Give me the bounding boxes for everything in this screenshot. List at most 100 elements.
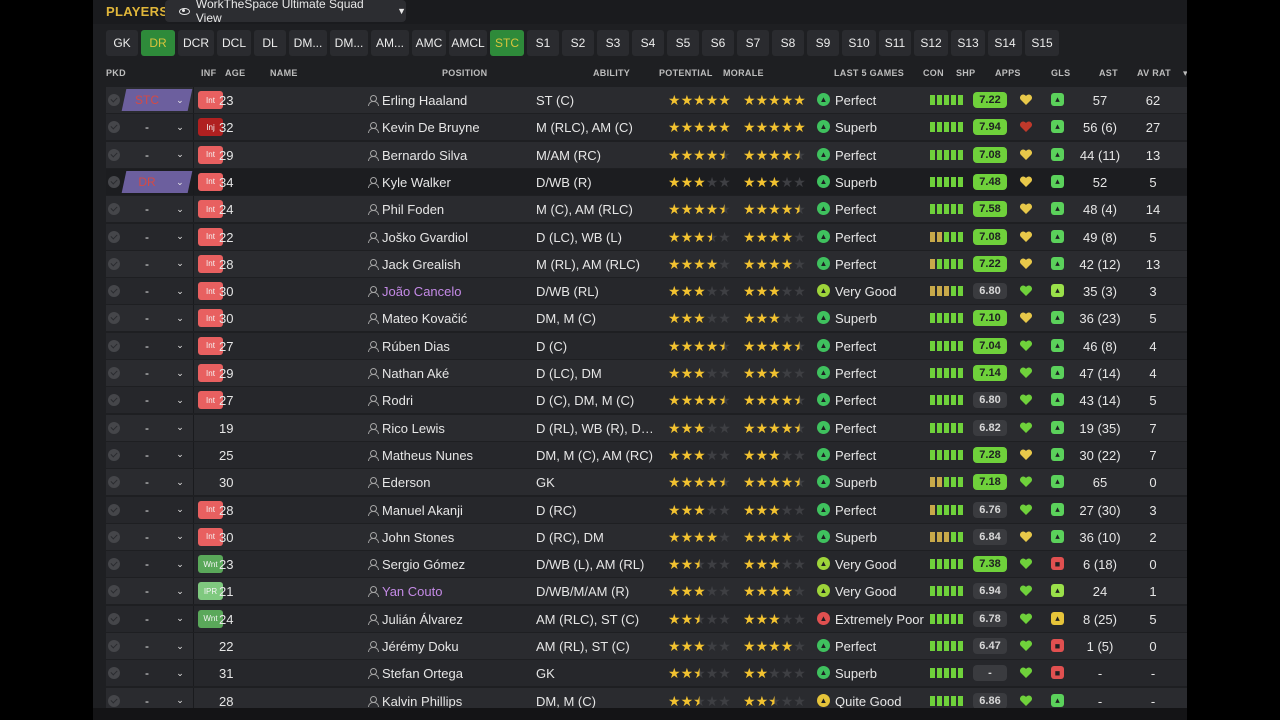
- col-avrat[interactable]: AV RAT: [1137, 68, 1171, 78]
- view-selector[interactable]: WorkTheSpace Ultimate Squad View ▼: [165, 0, 406, 25]
- table-row[interactable]: - ⌄ IPR 21 Yan Couto D/WB/M/AM (R) ★★★★★…: [106, 578, 1187, 605]
- table-row[interactable]: - ⌄ Int 28 Jack Grealish M (RL), AM (RLC…: [106, 250, 1187, 277]
- position-filter-dr-1[interactable]: DR: [141, 30, 175, 56]
- select-checkbox[interactable]: [108, 230, 120, 243]
- col-shp[interactable]: SHP: [956, 68, 975, 78]
- select-checkbox[interactable]: [108, 612, 120, 625]
- position-filter-s11-21[interactable]: S11: [879, 30, 911, 56]
- table-row[interactable]: - ⌄ 31 Stefan Ortega GK ★★★★★ ★★★★★ ▲ Su…: [106, 660, 1187, 687]
- col-gls[interactable]: GLS: [1051, 68, 1070, 78]
- player-name[interactable]: Kyle Walker: [382, 175, 451, 190]
- select-checkbox[interactable]: [108, 121, 120, 134]
- select-checkbox[interactable]: [108, 585, 120, 598]
- picked-position-dropdown[interactable]: - ⌄: [124, 471, 190, 493]
- picked-position-dropdown[interactable]: - ⌄: [124, 608, 190, 630]
- picked-position-dropdown[interactable]: - ⌄: [124, 253, 190, 275]
- picked-position-dropdown[interactable]: - ⌄: [124, 116, 190, 138]
- player-name[interactable]: Nathan Aké: [382, 366, 449, 381]
- position-filter-s10-20[interactable]: S10: [842, 30, 876, 56]
- position-filter-dcl-3[interactable]: DCL: [217, 30, 251, 56]
- select-checkbox[interactable]: [108, 530, 120, 543]
- position-filter-s5-15[interactable]: S5: [667, 30, 699, 56]
- player-name[interactable]: Yan Couto: [382, 584, 442, 599]
- col-age[interactable]: AGE: [225, 68, 245, 78]
- select-checkbox[interactable]: [108, 558, 120, 571]
- picked-position-dropdown[interactable]: - ⌄: [124, 635, 190, 657]
- select-checkbox[interactable]: [108, 421, 120, 434]
- picked-position-dropdown[interactable]: - ⌄: [124, 198, 190, 220]
- position-filter-amc-8[interactable]: AMC: [412, 30, 446, 56]
- select-checkbox[interactable]: [108, 257, 120, 270]
- position-filter-s2-12[interactable]: S2: [562, 30, 594, 56]
- player-name[interactable]: John Stones: [382, 530, 454, 545]
- select-checkbox[interactable]: [108, 94, 120, 106]
- col-con[interactable]: CON: [923, 68, 944, 78]
- position-filter-dl-4[interactable]: DL: [254, 30, 286, 56]
- player-name[interactable]: Stefan Ortega: [382, 666, 463, 681]
- position-filter-dcr-2[interactable]: DCR: [178, 30, 214, 56]
- picked-position-dropdown[interactable]: - ⌄: [124, 307, 190, 329]
- table-row[interactable]: - ⌄ 25 Matheus Nunes DM, M (C), AM (RC) …: [106, 441, 1187, 468]
- player-name[interactable]: João Cancelo: [382, 284, 462, 299]
- position-filter-s15-25[interactable]: S15: [1025, 30, 1059, 56]
- select-checkbox[interactable]: [108, 694, 120, 707]
- select-checkbox[interactable]: [108, 503, 120, 516]
- position-filter-s1-11[interactable]: S1: [527, 30, 559, 56]
- position-filter-s14-24[interactable]: S14: [988, 30, 1022, 56]
- player-name[interactable]: Bernardo Silva: [382, 148, 467, 163]
- picked-position-dropdown[interactable]: - ⌄: [124, 499, 190, 521]
- table-row[interactable]: DR ⌄ Int 34 Kyle Walker D/WB (R) ★★★★★ ★…: [106, 168, 1187, 195]
- select-checkbox[interactable]: [108, 285, 120, 298]
- player-name[interactable]: Manuel Akanji: [382, 503, 463, 518]
- select-checkbox[interactable]: [108, 203, 120, 216]
- select-checkbox[interactable]: [108, 476, 120, 489]
- table-row[interactable]: - ⌄ Int 29 Bernardo Silva M/AM (RC) ★★★★…: [106, 141, 1187, 168]
- table-row[interactable]: - ⌄ Int 28 Manuel Akanji D (RC) ★★★★★ ★★…: [106, 496, 1187, 523]
- player-name[interactable]: Julián Álvarez: [382, 612, 463, 627]
- sort-desc-icon[interactable]: ▾: [1183, 68, 1187, 79]
- picked-position-dropdown[interactable]: STC ⌄: [121, 89, 193, 111]
- position-filter-s13-23[interactable]: S13: [951, 30, 985, 56]
- picked-position-dropdown[interactable]: - ⌄: [124, 226, 190, 248]
- position-filter-amcl-9[interactable]: AMCL: [449, 30, 487, 56]
- picked-position-dropdown[interactable]: - ⌄: [124, 389, 190, 411]
- player-name[interactable]: Erling Haaland: [382, 93, 467, 108]
- position-filter-s7-17[interactable]: S7: [737, 30, 769, 56]
- table-row[interactable]: - ⌄ Wnt 24 Julián Álvarez AM (RLC), ST (…: [106, 605, 1187, 632]
- col-ability[interactable]: ABILITY: [593, 68, 630, 78]
- col-apps[interactable]: APPS: [995, 68, 1021, 78]
- table-row[interactable]: - ⌄ Inj 32 Kevin De Bruyne M (RLC), AM (…: [106, 114, 1187, 141]
- picked-position-dropdown[interactable]: - ⌄: [124, 362, 190, 384]
- table-row[interactable]: - ⌄ 19 Rico Lewis D (RL), WB (R), DM,...…: [106, 414, 1187, 441]
- table-row[interactable]: - ⌄ Int 24 Phil Foden M (C), AM (RLC) ★★…: [106, 196, 1187, 223]
- position-filter-am-7[interactable]: AM...: [371, 30, 409, 56]
- select-checkbox[interactable]: [108, 339, 120, 352]
- table-row[interactable]: - ⌄ 30 Ederson GK ★★★★★ ★★★★★ ▲ Superb 7…: [106, 469, 1187, 496]
- select-checkbox[interactable]: [108, 667, 120, 680]
- picked-position-dropdown[interactable]: - ⌄: [124, 662, 190, 684]
- col-morale[interactable]: MORALE: [723, 68, 764, 78]
- table-row[interactable]: - ⌄ 22 Jérémy Doku AM (RL), ST (C) ★★★★★…: [106, 633, 1187, 659]
- picked-position-dropdown[interactable]: DR ⌄: [121, 170, 193, 193]
- position-filter-dm-5[interactable]: DM...: [289, 30, 327, 56]
- table-row[interactable]: STC ⌄ Int 23 Erling Haaland ST (C) ★★★★★…: [106, 87, 1187, 113]
- table-row[interactable]: - ⌄ Int 27 Rodri D (C), DM, M (C) ★★★★★ …: [106, 387, 1187, 414]
- table-row[interactable]: - ⌄ Int 30 Mateo Kovačić DM, M (C) ★★★★★…: [106, 305, 1187, 332]
- player-name[interactable]: Ederson: [382, 475, 430, 490]
- select-checkbox[interactable]: [108, 367, 120, 379]
- select-checkbox[interactable]: [108, 175, 120, 188]
- picked-position-dropdown[interactable]: - ⌄: [124, 335, 190, 357]
- col-position[interactable]: POSITION: [442, 68, 487, 78]
- col-ast[interactable]: AST: [1099, 68, 1118, 78]
- position-filter-stc-10[interactable]: STC: [490, 30, 524, 56]
- position-filter-s8-18[interactable]: S8: [772, 30, 804, 56]
- player-name[interactable]: Sergio Gómez: [382, 557, 465, 572]
- player-name[interactable]: Phil Foden: [382, 202, 444, 217]
- col-name[interactable]: NAME: [270, 68, 298, 78]
- player-name[interactable]: Matheus Nunes: [382, 448, 473, 463]
- table-row[interactable]: - ⌄ Int 27 Rúben Dias D (C) ★★★★★ ★★★★★ …: [106, 332, 1187, 359]
- player-name[interactable]: Jérémy Doku: [382, 639, 459, 654]
- position-filter-s9-19[interactable]: S9: [807, 30, 839, 56]
- position-filter-s4-14[interactable]: S4: [632, 30, 664, 56]
- picked-position-dropdown[interactable]: - ⌄: [124, 144, 190, 166]
